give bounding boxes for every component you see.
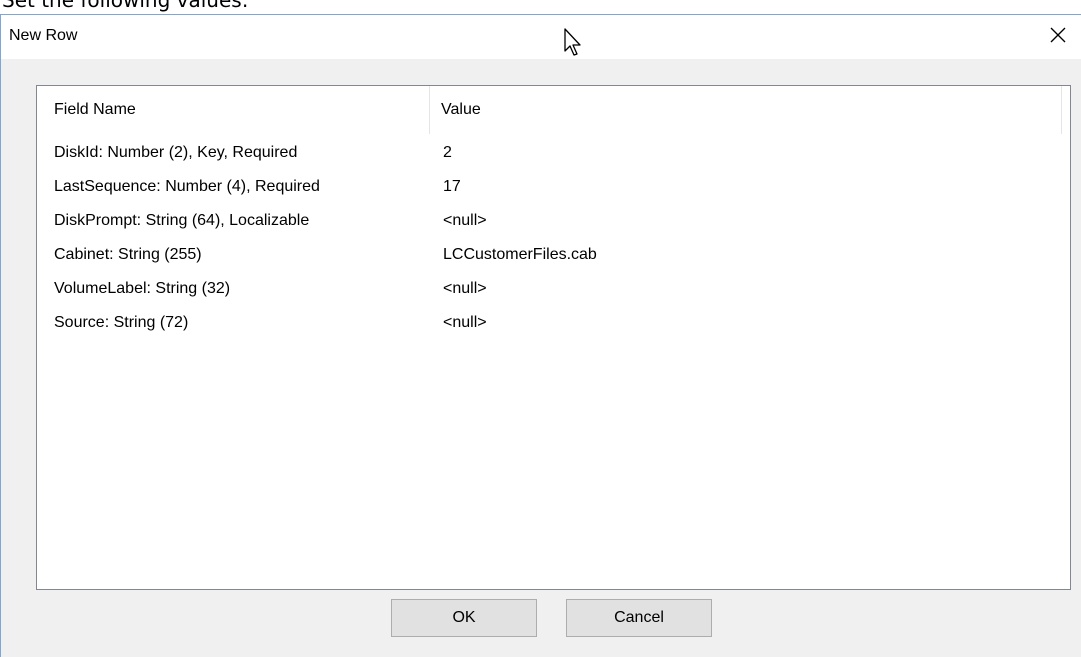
dialog-title: New Row bbox=[9, 27, 78, 44]
list-row[interactable]: DiskPrompt: String (64), Localizable <nu… bbox=[37, 208, 1070, 242]
list-row[interactable]: LastSequence: Number (4), Required 17 bbox=[37, 174, 1070, 208]
close-icon bbox=[1050, 27, 1066, 43]
list-row[interactable]: DiskId: Number (2), Key, Required 2 bbox=[37, 140, 1070, 174]
new-row-dialog: New Row Field Name Value DiskId: Number … bbox=[0, 14, 1081, 657]
field-name-cell: VolumeLabel: String (32) bbox=[54, 280, 231, 297]
dialog-titlebar[interactable]: New Row bbox=[1, 15, 1081, 59]
field-name-cell: LastSequence: Number (4), Required bbox=[54, 178, 320, 195]
ok-button[interactable]: OK bbox=[391, 599, 537, 637]
list-row[interactable]: Source: String (72) <null> bbox=[37, 310, 1070, 344]
value-cell[interactable]: <null> bbox=[443, 280, 487, 298]
field-name-cell: DiskPrompt: String (64), Localizable bbox=[54, 212, 310, 229]
list-rows: DiskId: Number (2), Key, Required 2 Last… bbox=[37, 140, 1070, 344]
page: Set the following values: New Row Field … bbox=[0, 0, 1081, 657]
list-row[interactable]: Cabinet: String (255) LCCustomerFiles.ca… bbox=[37, 242, 1070, 276]
value-cell[interactable]: <null> bbox=[443, 314, 487, 332]
column-header-value[interactable]: Value bbox=[430, 86, 1062, 134]
mouse-pointer-icon bbox=[564, 28, 581, 56]
value-cell[interactable]: 17 bbox=[443, 178, 461, 196]
cancel-button[interactable]: Cancel bbox=[566, 599, 712, 637]
value-cell[interactable]: <null> bbox=[443, 212, 487, 230]
field-name-cell: Cabinet: String (255) bbox=[54, 246, 202, 263]
instruction-text: Set the following values: bbox=[2, 0, 249, 12]
list-row[interactable]: VolumeLabel: String (32) <null> bbox=[37, 276, 1070, 310]
list-header: Field Name Value bbox=[37, 86, 1070, 135]
field-name-cell: DiskId: Number (2), Key, Required bbox=[54, 144, 298, 161]
value-cell[interactable]: 2 bbox=[443, 144, 452, 162]
field-name-cell: Source: String (72) bbox=[54, 314, 189, 331]
field-value-list[interactable]: Field Name Value DiskId: Number (2), Key… bbox=[36, 85, 1071, 590]
column-header-field-name[interactable]: Field Name bbox=[37, 86, 430, 134]
close-button[interactable] bbox=[1035, 15, 1081, 55]
value-cell[interactable]: LCCustomerFiles.cab bbox=[443, 246, 597, 264]
